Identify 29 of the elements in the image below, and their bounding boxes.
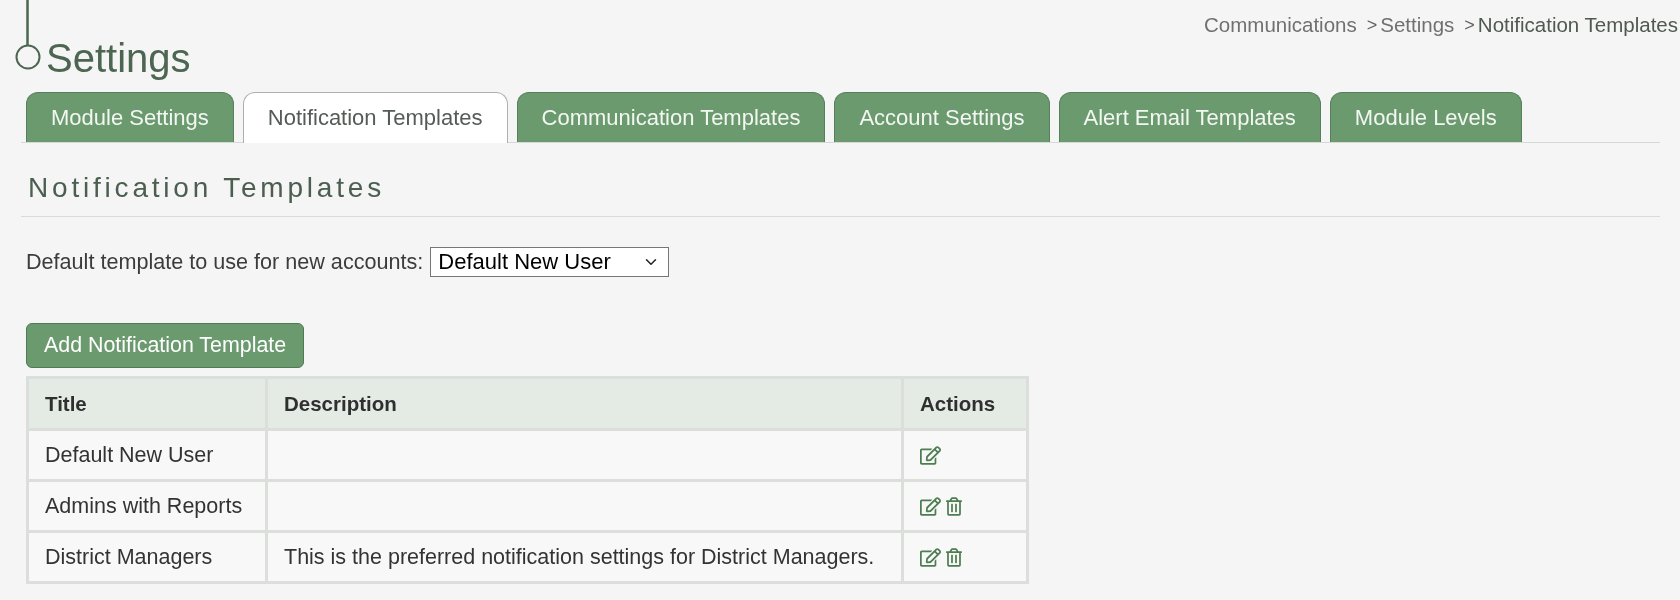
table-cell: Default New User	[27, 429, 267, 481]
breadcrumb-link[interactable]: Settings	[1380, 13, 1455, 37]
timeline-node-icon	[15, 0, 41, 70]
add-template-button[interactable]: Add Notification Template	[26, 323, 305, 368]
tab[interactable]: Account Settings	[834, 92, 1050, 142]
edit-icon[interactable]	[920, 445, 941, 465]
edit-icon[interactable]	[920, 496, 941, 516]
column-header: Description	[266, 377, 903, 430]
section-heading: Notification Templates	[21, 172, 1660, 217]
page-title: Settings	[46, 35, 191, 81]
column-header: Actions	[902, 377, 1028, 430]
tab[interactable]: Alert Email Templates	[1058, 92, 1321, 142]
column-header: Title	[27, 377, 267, 430]
trash-icon[interactable]	[946, 496, 962, 516]
tab[interactable]: Module Levels	[1329, 92, 1522, 142]
breadcrumb-link[interactable]: Communications	[1204, 13, 1357, 37]
breadcrumb-separator: >	[1464, 14, 1475, 37]
breadcrumb-separator: >	[1366, 14, 1378, 37]
tab[interactable]: Module Settings	[26, 92, 234, 142]
tab[interactable]: Communication Templates	[516, 92, 826, 142]
trash-icon[interactable]	[946, 547, 962, 567]
field-label: Default template to use for new accounts:	[26, 249, 424, 275]
template-select[interactable]: Default New User	[430, 247, 670, 277]
table-cell: District Managers	[27, 531, 267, 583]
table-cell: This is the preferred notification settings for District Managers.	[266, 531, 903, 583]
breadcrumb-current: Notification Templates	[1477, 13, 1678, 37]
tab[interactable]: Notification Templates	[242, 92, 508, 143]
edit-icon[interactable]	[920, 547, 941, 567]
table-cell: Admins with Reports	[27, 480, 267, 532]
